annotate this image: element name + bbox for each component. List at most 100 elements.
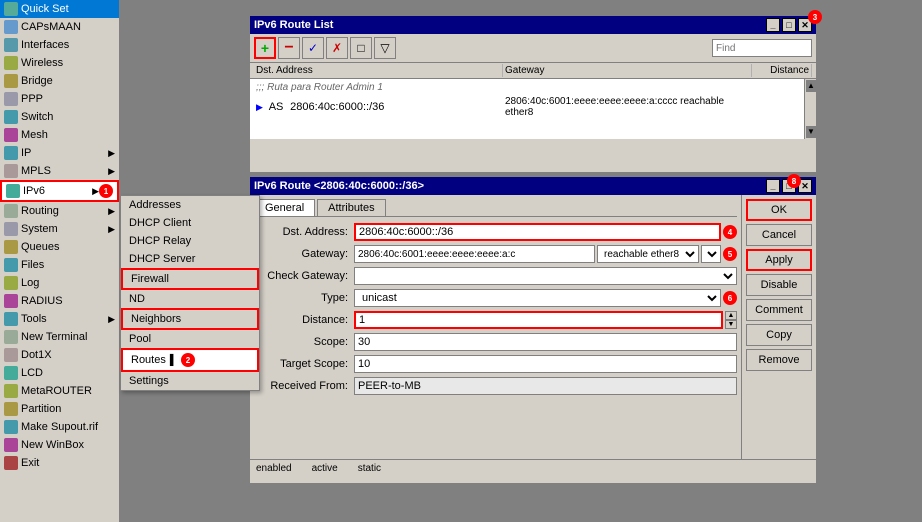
sidebar-item-interfaces[interactable]: Interfaces (0, 36, 119, 54)
scrollbar[interactable]: ▲ ▼ (804, 79, 816, 139)
tab-general[interactable]: General (254, 199, 315, 216)
submenu-dhcp-client[interactable]: DHCP Client (121, 214, 259, 232)
submenu-label-dhcp-relay: DHCP Relay (129, 235, 191, 247)
sidebar-item-mesh[interactable]: Mesh (0, 126, 119, 144)
copy-button[interactable]: Copy (746, 324, 812, 346)
maximize-button[interactable]: □ (782, 18, 796, 32)
submenu-settings[interactable]: Settings (121, 372, 259, 390)
submenu-dhcp-relay[interactable]: DHCP Relay (121, 232, 259, 250)
sidebar-item-new-winbox[interactable]: New WinBox (0, 436, 119, 454)
sidebar-item-quick-set[interactable]: Quick Set (0, 0, 119, 18)
received-from-input[interactable] (354, 377, 737, 395)
distance-up-btn[interactable]: ▲ (725, 311, 737, 320)
distance-down-btn[interactable]: ▼ (725, 320, 737, 329)
gateway-extra-select[interactable] (701, 245, 721, 263)
sidebar-item-radius[interactable]: RADIUS (0, 292, 119, 310)
sidebar-item-exit[interactable]: Exit (0, 454, 119, 472)
edit-titlebar-buttons: _ □ 8 ✕ (766, 179, 812, 193)
sidebar-label-metarouter: MetaROUTER (21, 385, 92, 397)
titlebar-buttons: _ □ ✕ (766, 18, 812, 32)
ok-button[interactable]: OK (746, 199, 812, 221)
find-input[interactable] (712, 39, 812, 57)
close-button[interactable]: ✕ (798, 18, 812, 32)
sidebar-label-quick-set: Quick Set (21, 3, 69, 15)
comment-text: ;;; Ruta para Router Admin 1 (254, 82, 812, 93)
remove-button[interactable]: Remove (746, 349, 812, 371)
disable-button[interactable]: Disable (746, 274, 812, 296)
edit-minimize-btn[interactable]: _ (766, 179, 780, 193)
sidebar-item-switch[interactable]: Switch (0, 108, 119, 126)
edit-close-btn[interactable]: ✕ (798, 179, 812, 193)
sidebar-item-dot1x[interactable]: Dot1X (0, 346, 119, 364)
sidebar-item-bridge[interactable]: Bridge (0, 72, 119, 90)
sidebar-item-capsman[interactable]: CAPsMAAN (0, 18, 119, 36)
queues-icon (4, 240, 18, 254)
sidebar-item-log[interactable]: Log (0, 274, 119, 292)
sidebar-item-mpls[interactable]: MPLS ▶ (0, 162, 119, 180)
submenu-label-firewall: Firewall (131, 273, 169, 285)
form-row-check-gw: Check Gateway: (254, 267, 737, 285)
mpls-icon (4, 164, 18, 178)
submenu-neighbors[interactable]: Neighbors (121, 308, 259, 330)
sidebar-item-queues[interactable]: Queues (0, 238, 119, 256)
remove-route-button[interactable]: − (278, 37, 300, 59)
submenu-firewall[interactable]: Firewall (121, 268, 259, 290)
route-edit-title: IPv6 Route <2806:40c:6000::/36> (254, 180, 424, 192)
submenu-dhcp-server[interactable]: DHCP Server (121, 250, 259, 268)
sidebar-item-ppp[interactable]: PPP (0, 90, 119, 108)
filter-route-button[interactable]: ▽ (374, 37, 396, 59)
add-route-button[interactable]: + 3 (254, 37, 276, 59)
route-list-titlebar: IPv6 Route List _ □ ✕ (250, 16, 816, 34)
edit-maximize-btn[interactable]: □ 8 (782, 179, 796, 193)
scroll-up[interactable]: ▲ (806, 80, 816, 92)
submenu-label-routes: Routes (131, 354, 166, 366)
sidebar-item-system[interactable]: System ▶ (0, 220, 119, 238)
check-gateway-select[interactable] (354, 267, 737, 285)
submenu-addresses[interactable]: Addresses (121, 196, 259, 214)
submenu-pool[interactable]: Pool (121, 330, 259, 348)
submenu-nd[interactable]: ND (121, 290, 259, 308)
capsman-icon (4, 20, 18, 34)
submenu-label-addresses: Addresses (129, 199, 181, 211)
sidebar-item-metarouter[interactable]: MetaROUTER (0, 382, 119, 400)
sidebar-item-partition[interactable]: Partition (0, 400, 119, 418)
form-row-target-scope: Target Scope: (254, 355, 737, 373)
cancel-button[interactable]: Cancel (746, 224, 812, 246)
sidebar-item-lcd[interactable]: LCD (0, 364, 119, 382)
disable-route-button[interactable]: ✗ (326, 37, 348, 59)
sidebar-item-ip[interactable]: IP ▶ (0, 144, 119, 162)
ipv6-expand-arrow: ▶ (92, 186, 99, 197)
comment-route-button[interactable]: □ (350, 37, 372, 59)
comment-button[interactable]: Comment (746, 299, 812, 321)
form-row-gateway: Gateway: reachable ether8 5 (254, 245, 737, 263)
route-list-table-body[interactable]: ;;; Ruta para Router Admin 1 ▶ AS 2806:4… (250, 79, 816, 139)
route-list-toolbar: + 3 − ✓ ✗ □ ▽ (250, 34, 816, 63)
enable-route-button[interactable]: ✓ (302, 37, 324, 59)
minimize-button[interactable]: _ (766, 18, 780, 32)
scope-input[interactable] (354, 333, 737, 351)
apply-button[interactable]: Apply (746, 249, 812, 271)
target-scope-input[interactable] (354, 355, 737, 373)
partition-icon (4, 402, 18, 416)
sidebar-item-wireless[interactable]: Wireless (0, 54, 119, 72)
dst-address-input[interactable] (354, 223, 721, 241)
sidebar-item-routing[interactable]: Routing ▶ (0, 202, 119, 220)
terminal-icon (4, 330, 18, 344)
gateway-type-select[interactable]: reachable ether8 (597, 245, 699, 263)
submenu-label-pool: Pool (129, 333, 151, 345)
gateway-value-input[interactable] (354, 245, 595, 263)
sidebar-item-files[interactable]: Files (0, 256, 119, 274)
table-row-data[interactable]: ▶ AS 2806:40c:6000::/36 2806:40c:6001:ee… (250, 95, 816, 119)
sidebar-item-terminal[interactable]: New Terminal (0, 328, 119, 346)
scroll-down[interactable]: ▼ (806, 126, 816, 138)
sidebar-item-ipv6[interactable]: IPv6 ▶ 1 (0, 180, 119, 202)
mpls-expand-arrow: ▶ (108, 166, 115, 177)
edit-buttons-panel: OK Cancel Apply Disable Comment Copy Rem… (741, 195, 816, 459)
distance-input[interactable] (354, 311, 723, 329)
tab-attributes[interactable]: Attributes (317, 199, 385, 216)
badge-2: 2 (181, 353, 195, 367)
sidebar-item-tools[interactable]: Tools ▶ (0, 310, 119, 328)
type-select[interactable]: unicast (354, 289, 721, 307)
sidebar-item-make-supout[interactable]: Make Supout.rif (0, 418, 119, 436)
submenu-routes[interactable]: Routes ▌ 2 (121, 348, 259, 372)
